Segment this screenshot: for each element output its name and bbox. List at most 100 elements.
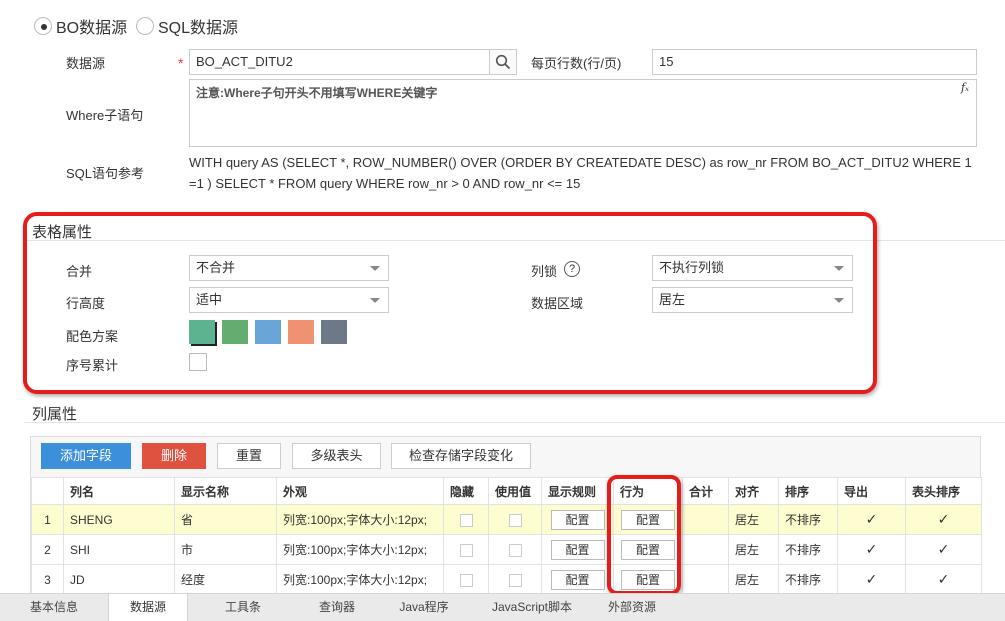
table-row[interactable]: 3 JD 经度 列宽:100px;字体大小:12px; 配置 配置 居左 不排序… bbox=[31, 564, 982, 595]
radio-bo-datasource[interactable]: BO数据源 bbox=[34, 14, 127, 38]
display-rule-config-button[interactable]: 配置 bbox=[550, 539, 605, 560]
row-total-cell[interactable] bbox=[682, 534, 729, 565]
check-storage-field-button[interactable]: 检查存储字段变化 bbox=[391, 443, 531, 469]
sql-reference-label: SQL语句参考 bbox=[66, 166, 145, 181]
row-index: 1 bbox=[31, 504, 64, 535]
use-value-checkbox[interactable] bbox=[508, 513, 522, 527]
row-rule-cell: 配置 bbox=[541, 534, 614, 565]
row-total-cell[interactable] bbox=[682, 504, 729, 535]
row-export-cell: ✓ bbox=[837, 504, 906, 535]
row-sort[interactable]: 不排序 bbox=[778, 564, 838, 595]
delete-button[interactable]: 删除 bbox=[142, 443, 206, 469]
row-field-name[interactable]: SHI bbox=[63, 534, 175, 565]
row-sort[interactable]: 不排序 bbox=[778, 534, 838, 565]
display-rule-config-button[interactable]: 配置 bbox=[550, 569, 605, 590]
header-sort-checkbox[interactable]: ✓ bbox=[938, 541, 950, 557]
tab-basic-info[interactable]: 基本信息 bbox=[0, 594, 108, 621]
tab-java-program[interactable]: Java程序 bbox=[376, 594, 472, 621]
row-display-name[interactable]: 省 bbox=[174, 504, 277, 535]
row-rule-cell: 配置 bbox=[541, 504, 614, 535]
col-header-align[interactable]: 对齐 bbox=[728, 477, 779, 505]
row-align[interactable]: 居左 bbox=[728, 504, 779, 535]
export-checkbox[interactable]: ✓ bbox=[866, 541, 878, 557]
multi-header-button[interactable]: 多级表头 bbox=[292, 443, 381, 469]
add-field-button[interactable]: 添加字段 bbox=[41, 443, 131, 469]
col-header-index bbox=[31, 477, 64, 505]
rows-per-page-label: 每页行数(行/页) bbox=[531, 56, 622, 71]
tab-toolbar[interactable]: 工具条 bbox=[188, 594, 298, 621]
row-field-name[interactable]: JD bbox=[63, 564, 175, 595]
datasource-search-button[interactable] bbox=[489, 49, 517, 75]
section-divider bbox=[24, 422, 1005, 423]
col-header-display-rule[interactable]: 显示规则 bbox=[541, 477, 614, 505]
row-use-value-cell bbox=[488, 504, 542, 535]
row-sort[interactable]: 不排序 bbox=[778, 504, 838, 535]
rows-per-page-input[interactable]: 15 bbox=[652, 49, 977, 75]
export-checkbox[interactable]: ✓ bbox=[866, 571, 878, 587]
col-props-title: 列属性 bbox=[32, 406, 78, 423]
row-align[interactable]: 居左 bbox=[728, 564, 779, 595]
datasource-input[interactable]: BO_ACT_DITU2 bbox=[189, 49, 490, 75]
row-total-cell[interactable] bbox=[682, 564, 729, 595]
header-sort-checkbox[interactable]: ✓ bbox=[938, 511, 950, 527]
col-header-name[interactable]: 列名 bbox=[63, 477, 175, 505]
row-header-sort-cell: ✓ bbox=[905, 504, 982, 535]
row-look[interactable]: 列宽:100px;字体大小:12px; bbox=[276, 504, 444, 535]
row-look[interactable]: 列宽:100px;字体大小:12px; bbox=[276, 534, 444, 565]
hidden-checkbox[interactable] bbox=[459, 543, 473, 557]
row-index: 2 bbox=[31, 534, 64, 565]
tab-javascript[interactable]: JavaScript脚本 bbox=[472, 594, 592, 621]
col-header-look[interactable]: 外观 bbox=[276, 477, 444, 505]
row-header-sort-cell: ✓ bbox=[905, 534, 982, 565]
use-value-checkbox[interactable] bbox=[508, 573, 522, 587]
use-value-checkbox[interactable] bbox=[508, 543, 522, 557]
row-rule-cell: 配置 bbox=[541, 564, 614, 595]
row-use-value-cell bbox=[488, 534, 542, 565]
row-use-value-cell bbox=[488, 564, 542, 595]
row-export-cell: ✓ bbox=[837, 534, 906, 565]
row-display-name[interactable]: 市 bbox=[174, 534, 277, 565]
row-field-name[interactable]: SHENG bbox=[63, 504, 175, 535]
export-checkbox[interactable]: ✓ bbox=[866, 511, 878, 527]
row-hidden-cell bbox=[443, 504, 489, 535]
radio-sql-datasource[interactable]: SQL数据源 bbox=[136, 14, 238, 38]
where-textarea[interactable]: 注意:Where子句开头不用填写WHERE关键字 bbox=[189, 79, 977, 147]
col-header-export[interactable]: 导出 bbox=[837, 477, 906, 505]
col-header-header-sort[interactable]: 表头排序 bbox=[905, 477, 982, 505]
required-mark: * bbox=[178, 55, 184, 71]
column-grid: 列名 显示名称 外观 隐藏 使用值 显示规则 行为 合计 对齐 排序 导出 表头… bbox=[31, 477, 982, 595]
col-header-use-value[interactable]: 使用值 bbox=[488, 477, 542, 505]
row-look[interactable]: 列宽:100px;字体大小:12px; bbox=[276, 564, 444, 595]
grid-header-row: 列名 显示名称 外观 隐藏 使用值 显示规则 行为 合计 对齐 排序 导出 表头… bbox=[31, 477, 982, 505]
tab-query[interactable]: 查询器 bbox=[298, 594, 376, 621]
radio-sql-label: SQL数据源 bbox=[158, 20, 239, 37]
search-icon bbox=[495, 54, 511, 70]
highlight-box-action-column bbox=[607, 475, 681, 595]
table-row[interactable]: 1 SHENG 省 列宽:100px;字体大小:12px; 配置 配置 居左 不… bbox=[31, 504, 982, 535]
row-display-name[interactable]: 经度 bbox=[174, 564, 277, 595]
tab-datasource[interactable]: 数据源 bbox=[108, 594, 188, 621]
row-index: 3 bbox=[31, 564, 64, 595]
radio-bo-dot[interactable] bbox=[34, 17, 52, 35]
where-label: Where子语句 bbox=[66, 108, 144, 123]
col-header-hidden[interactable]: 隐藏 bbox=[443, 477, 489, 505]
hidden-checkbox[interactable] bbox=[459, 573, 473, 587]
row-hidden-cell bbox=[443, 534, 489, 565]
col-header-total[interactable]: 合计 bbox=[682, 477, 729, 505]
bottom-tab-bar: 基本信息 数据源 工具条 查询器 Java程序 JavaScript脚本 外部资… bbox=[0, 593, 1005, 621]
highlight-box-table-props bbox=[23, 212, 877, 394]
header-sort-checkbox[interactable]: ✓ bbox=[938, 571, 950, 587]
formula-icon[interactable]: fₓ bbox=[961, 81, 969, 94]
tab-external-resources[interactable]: 外部资源 bbox=[592, 594, 672, 621]
row-header-sort-cell: ✓ bbox=[905, 564, 982, 595]
col-header-display[interactable]: 显示名称 bbox=[174, 477, 277, 505]
col-header-sort[interactable]: 排序 bbox=[778, 477, 838, 505]
table-row[interactable]: 2 SHI 市 列宽:100px;字体大小:12px; 配置 配置 居左 不排序… bbox=[31, 534, 982, 565]
hidden-checkbox[interactable] bbox=[459, 513, 473, 527]
radio-sql-dot[interactable] bbox=[136, 17, 154, 35]
datasource-label: 数据源 bbox=[66, 56, 106, 71]
reset-button[interactable]: 重置 bbox=[217, 443, 281, 469]
row-align[interactable]: 居左 bbox=[728, 534, 779, 565]
row-export-cell: ✓ bbox=[837, 564, 906, 595]
display-rule-config-button[interactable]: 配置 bbox=[550, 509, 605, 530]
